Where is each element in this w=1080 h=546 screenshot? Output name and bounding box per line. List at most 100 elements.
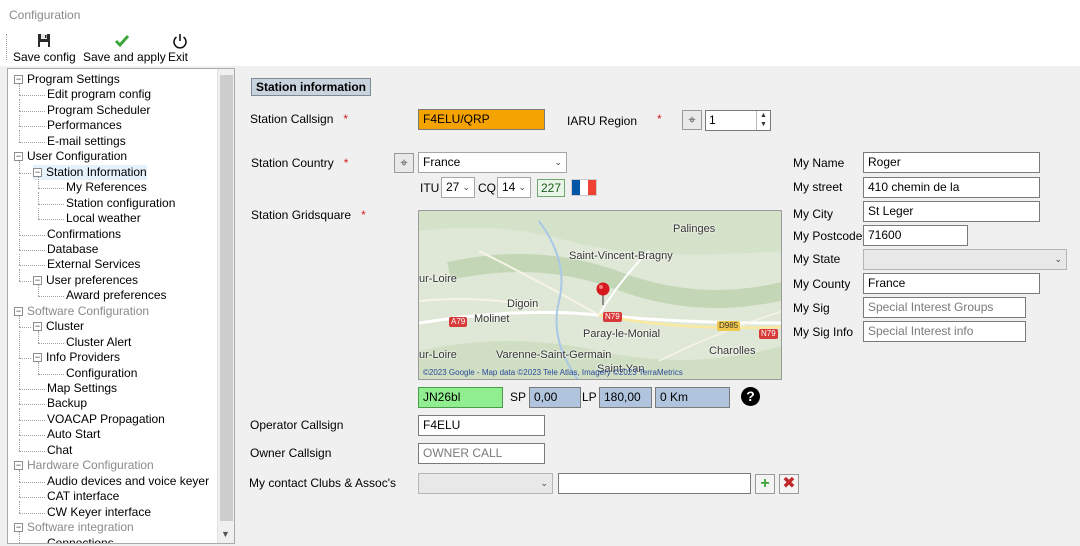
my-state-select[interactable]: ⌄ — [863, 249, 1067, 270]
tree-connector — [19, 389, 45, 390]
tree-item[interactable]: Chat — [47, 443, 72, 458]
tree-collapse-icon[interactable]: − — [33, 322, 42, 332]
road-shield: A79 — [449, 317, 468, 327]
tree-collapse-icon[interactable]: − — [14, 523, 23, 533]
map-place-label: Paray-le-Monial — [583, 328, 661, 340]
dxcc-number-badge: 227 — [537, 179, 566, 197]
chevron-down-icon: ⌄ — [554, 157, 562, 167]
operator-callsign-field[interactable]: F4ELU — [418, 415, 545, 436]
clubs-select[interactable]: ⌄ — [418, 473, 553, 494]
my-county-field[interactable]: France — [863, 273, 1040, 294]
tree-item[interactable]: External Services — [47, 257, 140, 272]
locate-country-button[interactable]: ⌖ — [394, 153, 414, 173]
my-street-field[interactable]: 410 chemin de la — [863, 177, 1040, 198]
my-name-field[interactable]: Roger — [863, 152, 1040, 173]
tree-collapse-icon[interactable]: − — [14, 306, 23, 316]
tree-item[interactable]: Auto Start — [47, 427, 100, 442]
tree-connector — [19, 253, 20, 266]
tree-collapse-icon[interactable]: − — [14, 75, 23, 84]
tree-connector — [38, 362, 39, 374]
tree-collapse-icon[interactable]: − — [33, 353, 42, 363]
my-sig-field[interactable]: Special Interest Groups — [863, 297, 1026, 318]
map-place-label: Varenne-Saint-Germain — [496, 349, 612, 361]
map-place-label: Charolles — [709, 345, 756, 357]
tree-item[interactable]: Award preferences — [66, 288, 167, 303]
tree-item[interactable]: − Software Configuration — [14, 304, 149, 319]
station-callsign-field[interactable]: F4ELU/QRP — [418, 109, 545, 130]
tree-item[interactable]: − Station Information — [33, 164, 147, 180]
tree-item-label: CW Keyer interface — [47, 504, 152, 519]
tree-item[interactable]: Configuration — [66, 366, 137, 381]
tree-collapse-icon[interactable]: − — [14, 152, 23, 162]
tree-item[interactable]: − User Configuration — [14, 149, 127, 164]
tree-connector — [38, 203, 64, 205]
gridsquare-field[interactable]: JN26bl — [418, 387, 503, 408]
tree-item[interactable]: − Hardware Configuration — [14, 458, 154, 473]
spin-down-icon[interactable]: ▼ — [757, 120, 770, 129]
tree-item[interactable]: Performances — [47, 118, 122, 133]
tree-scrollbar-thumb[interactable] — [220, 75, 233, 521]
tree-connector — [19, 176, 20, 235]
tree-item[interactable]: − Program Settings — [14, 72, 120, 87]
clubs-input[interactable] — [558, 473, 751, 494]
tree-item[interactable]: − Cluster — [33, 319, 84, 334]
remove-club-button[interactable]: ✖ — [779, 474, 799, 494]
spin-up-icon[interactable]: ▲ — [757, 111, 770, 120]
tree-item[interactable]: Database — [47, 242, 98, 257]
tree-item[interactable]: Station configuration — [66, 196, 175, 211]
tree-item[interactable]: My References — [66, 180, 147, 195]
tree-collapse-icon[interactable]: − — [33, 275, 42, 285]
station-gridsquare-label: Station Gridsquare * — [251, 208, 366, 222]
locate-iaru-button[interactable]: ⌖ — [682, 110, 702, 130]
tree-item[interactable]: Cluster Alert — [66, 335, 131, 350]
tree-item[interactable]: Local weather — [66, 211, 141, 226]
tree-connector — [19, 234, 45, 236]
tree-connector — [19, 358, 31, 360]
map-place-label: ur-Loire — [419, 273, 457, 285]
tree-item[interactable]: Connections — [47, 536, 114, 544]
tree-item-label: Database — [47, 241, 99, 256]
cq-zone-select[interactable]: 14 ⌄ — [497, 177, 531, 198]
tree-item[interactable]: CW Keyer interface — [47, 505, 151, 520]
tree-connector — [19, 130, 20, 142]
tree-item[interactable]: Edit program config — [47, 87, 151, 102]
scroll-down-arrow-icon[interactable]: ▼ — [221, 529, 230, 539]
my-city-field[interactable]: St Leger — [863, 201, 1040, 222]
tree-item[interactable]: E-mail settings — [47, 134, 126, 149]
tree-scrollbar[interactable]: ▼ — [217, 69, 234, 543]
chevron-down-icon: ⌄ — [540, 478, 548, 488]
tree-item[interactable]: Backup — [47, 396, 87, 411]
save-config-button[interactable]: Save config — [13, 30, 76, 64]
owner-callsign-field[interactable]: OWNER CALL — [418, 443, 545, 464]
tree-item[interactable]: Map Settings — [47, 381, 117, 396]
itu-zone-select[interactable]: 27 ⌄ — [441, 177, 475, 198]
tree-item-label: Info Providers — [46, 350, 121, 365]
help-icon[interactable]: ? — [741, 387, 760, 406]
tree-item[interactable]: − User preferences — [33, 273, 138, 288]
tree-item[interactable]: − Software integration — [14, 520, 134, 535]
power-icon — [173, 34, 187, 49]
save-and-apply-button[interactable]: Save and apply — [83, 30, 166, 64]
tree-item[interactable]: VOACAP Propagation — [47, 412, 165, 427]
add-club-button[interactable]: + — [755, 474, 775, 494]
settings-tree[interactable]: − Program Settings Edit program config Prog… — [7, 68, 235, 544]
spinner-arrows[interactable]: ▲ ▼ — [756, 111, 770, 130]
tree-connector — [19, 172, 31, 174]
station-country-select[interactable]: France ⌄ — [418, 152, 567, 173]
clubs-label: My contact Clubs & Assoc's — [249, 476, 397, 490]
tree-collapse-icon[interactable]: − — [33, 167, 42, 177]
tree-item-label: Station Information — [46, 164, 147, 179]
tree-item[interactable]: Audio devices and voice keyer — [47, 474, 209, 489]
tree-item[interactable]: CAT interface — [47, 489, 119, 504]
my-sig-info-field[interactable]: Special Interest info — [863, 321, 1026, 342]
tree-item[interactable]: Confirmations — [47, 227, 121, 242]
my-postcode-field[interactable]: 71600 — [863, 225, 968, 246]
exit-button[interactable]: Exit — [168, 30, 192, 64]
tree-collapse-icon[interactable]: − — [14, 461, 23, 471]
iaru-region-spinner[interactable]: 1 ▲ ▼ — [705, 110, 771, 131]
station-map[interactable]: Palinges Saint-Vincent-Bragny ur-Loire D… — [418, 210, 782, 380]
operator-callsign-label: Operator Callsign — [250, 418, 344, 432]
tree-item-label: Cluster Alert — [66, 334, 132, 349]
tree-item[interactable]: − Info Providers — [33, 350, 120, 365]
tree-item[interactable]: Program Scheduler — [47, 103, 150, 118]
